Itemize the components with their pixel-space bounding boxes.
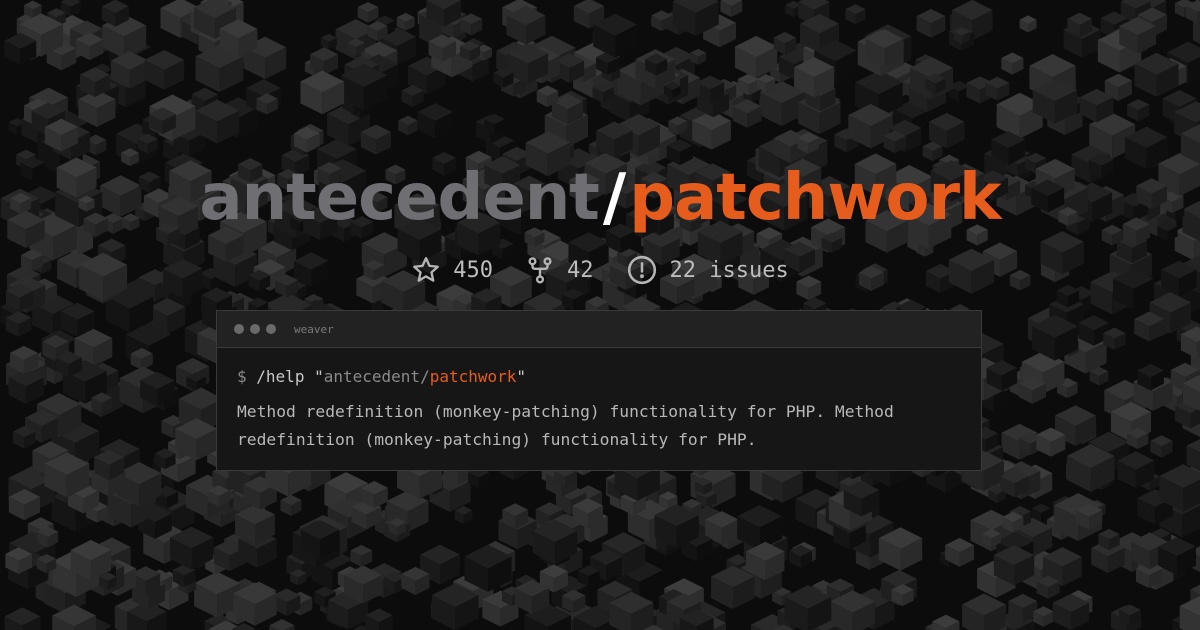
terminal-window: weaver $ /help "antecedent/patchwork" Me… bbox=[216, 310, 982, 471]
command-arg-repo: patchwork bbox=[429, 367, 517, 386]
stars-stat: 450 bbox=[411, 255, 493, 285]
repo-name: patchwork bbox=[629, 161, 1001, 235]
terminal-title-bar: weaver bbox=[217, 311, 981, 348]
fork-icon bbox=[528, 257, 552, 284]
command-text: /help bbox=[256, 367, 305, 386]
issues-stat: 22 issues bbox=[626, 254, 789, 286]
command-line: $ /help "antecedent/patchwork" bbox=[237, 366, 961, 388]
issue-icon bbox=[627, 255, 656, 285]
window-dot-icon bbox=[250, 324, 260, 334]
repo-slash: / bbox=[602, 161, 626, 235]
repo-title: antecedent/patchwork bbox=[0, 158, 1200, 238]
window-dot-icon bbox=[266, 324, 276, 334]
prompt-symbol: $ bbox=[237, 367, 247, 386]
star-icon bbox=[413, 257, 440, 282]
repo-stats: 450 42 22 issues bbox=[0, 252, 1200, 288]
terminal-title: weaver bbox=[294, 322, 334, 336]
command-arg-slash: / bbox=[420, 367, 430, 386]
quote-close: " bbox=[516, 367, 527, 386]
window-dot-icon bbox=[234, 324, 244, 334]
terminal-body: $ /help "antecedent/patchwork" Method re… bbox=[217, 348, 981, 454]
forks-stat: 42 bbox=[525, 255, 594, 285]
issues-count: 22 issues bbox=[669, 257, 789, 283]
repo-owner: antecedent bbox=[199, 161, 599, 235]
stars-count: 450 bbox=[453, 257, 494, 283]
forks-count: 42 bbox=[567, 257, 594, 283]
repo-description: Method redefinition (monkey-patching) fu… bbox=[237, 402, 894, 449]
quote-open: " bbox=[314, 367, 324, 386]
command-arg-owner: antecedent bbox=[323, 367, 421, 386]
